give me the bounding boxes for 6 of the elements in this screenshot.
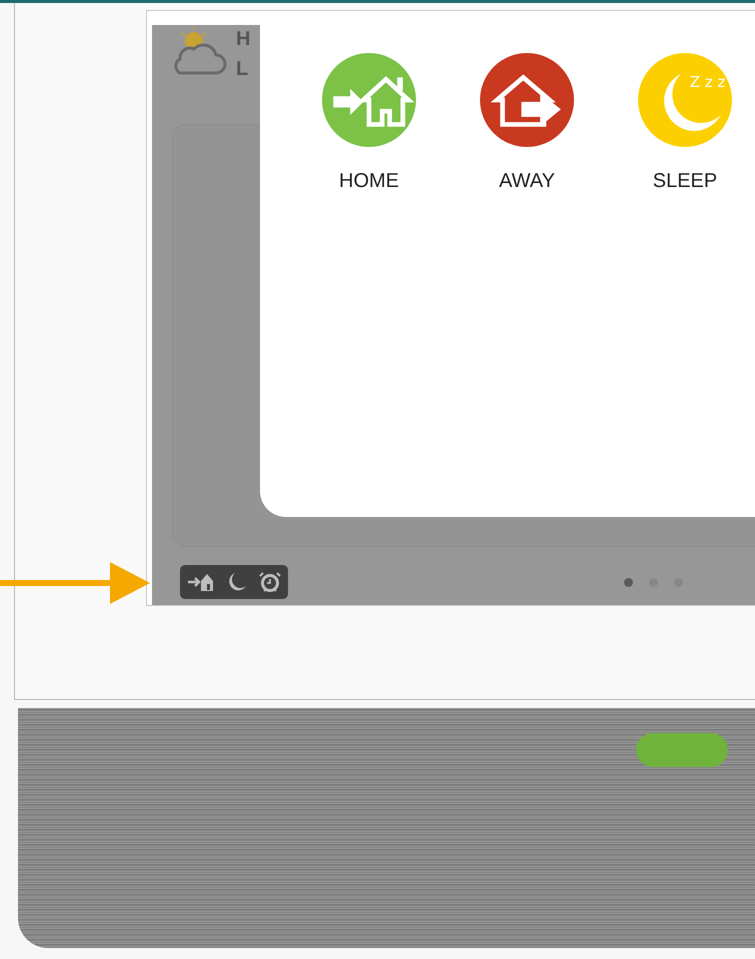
alarm-clock-icon[interactable] xyxy=(258,571,282,593)
mode-button[interactable]: HOME xyxy=(315,53,423,193)
low-temp-label: L xyxy=(236,58,250,80)
high-temp-label: H xyxy=(236,28,250,50)
mode-button[interactable]: AWAY xyxy=(473,53,581,193)
mode-button[interactable]: Z z z SLEEP xyxy=(631,53,739,193)
